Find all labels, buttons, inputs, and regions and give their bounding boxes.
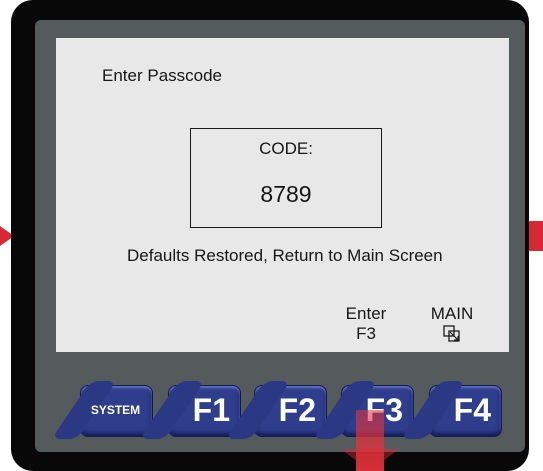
system-button-label: SYSTEM (90, 403, 141, 417)
press-indicator-arrow (341, 410, 399, 471)
enter-function-label: F3 (356, 324, 376, 343)
enter-softkey[interactable]: Enter F3 (344, 304, 388, 344)
passcode-box: CODE: 8789 (190, 128, 382, 228)
window-switch-icon (443, 325, 460, 342)
f1-button-label: F1 (192, 392, 230, 428)
f4-button-label: F4 (453, 392, 491, 428)
screen-title: Enter Passcode (102, 66, 223, 85)
f1-button[interactable]: F1 (168, 385, 241, 437)
lcd-screen: Enter Passcode CODE: 8789 Defaults Resto… (56, 38, 509, 352)
main-softkey[interactable]: MAIN (427, 304, 477, 344)
enter-label: Enter (345, 304, 387, 323)
code-label: CODE: (259, 139, 313, 158)
system-button[interactable]: SYSTEM (80, 385, 153, 437)
f2-button[interactable]: F2 (254, 385, 327, 437)
code-value: 8789 (260, 181, 312, 207)
f4-button[interactable]: F4 (429, 385, 502, 437)
f2-button-label: F2 (278, 392, 316, 428)
main-label: MAIN (430, 304, 474, 323)
hmi-device: Enter Passcode CODE: 8789 Defaults Resto… (11, 0, 529, 471)
status-message: Defaults Restored, Return to Main Screen (127, 246, 443, 265)
